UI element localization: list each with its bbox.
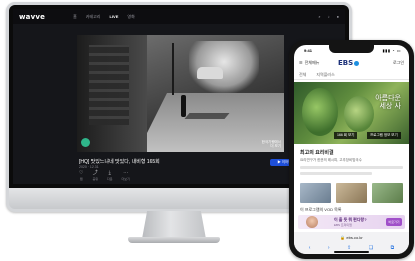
user-icon[interactable]: ● (337, 14, 339, 19)
ebs-logo-text: EBS (338, 59, 354, 67)
nav-item-movie[interactable]: 영화 (127, 14, 134, 20)
promo-subtext: EBS 프리미엄 (334, 223, 352, 227)
share-icon: ⤴ (92, 170, 98, 176)
nav-item-live[interactable]: LIVE (110, 14, 119, 19)
home-indicator (334, 251, 369, 253)
watch-episode-button[interactable]: 166 회 보기 (334, 132, 358, 139)
action-download[interactable]: ⤓ 다운 (107, 170, 113, 182)
ebs-logo-dot-icon (354, 60, 360, 66)
promo-badge[interactable]: 바로가기 (386, 218, 402, 226)
walking-person (181, 95, 186, 117)
section-title: 최고의 요리비결 (300, 150, 334, 156)
text-lines-placeholder (300, 166, 403, 178)
action-label: 공유 (92, 177, 99, 181)
video-player[interactable]: 한국기행에서 더 보기 (77, 35, 284, 152)
ebs-logo[interactable]: EBS (338, 59, 360, 67)
status-icons: ▮▮▮ ◔ ▭ (382, 48, 401, 53)
episode-title: [HQ] 맛있느냐네 맛있다, 내비형 165회 (79, 159, 160, 165)
thumbnail[interactable] (300, 183, 331, 203)
thumbnail[interactable] (372, 183, 403, 203)
tabs-icon[interactable]: ⧉ (391, 245, 395, 251)
download-icon: ⤓ (108, 170, 111, 176)
back-icon[interactable]: ‹ (309, 245, 311, 251)
bookmarks-icon[interactable]: ❏ (369, 245, 373, 251)
action-share[interactable]: ⤴ 공유 (92, 170, 99, 182)
promo-avatar (306, 216, 318, 228)
url-text: 🔒 ebs.co.kr (340, 234, 363, 240)
action-like[interactable]: ♡ 찜 (79, 170, 84, 182)
search-icon[interactable]: ⌕ (318, 14, 320, 19)
more-icon: ⋯ (123, 170, 129, 176)
thumbnail[interactable] (336, 183, 367, 203)
overlay-line-2: 더 보기 (270, 144, 281, 149)
action-label: 찜 (79, 177, 83, 181)
thumbnail-row (300, 183, 403, 203)
wavve-top-bar: wavve 홈 카테고리 LIVE 영화 ⌕ ♪ ● (13, 9, 345, 24)
lamp-post (172, 43, 174, 95)
wavve-logo[interactable]: wavve (19, 13, 45, 21)
parked-car (197, 67, 223, 79)
text-line (300, 172, 373, 175)
menu-icon[interactable]: ☰ (299, 60, 303, 65)
monitor-stand-base (128, 237, 220, 243)
top-right-icons: ⌕ ♪ ● (311, 14, 339, 19)
phone-notch (329, 45, 374, 53)
device-mockup-scene: wavve 홈 카테고리 LIVE 영화 ⌕ ♪ ● 한국기행에서 더 보기 [… (0, 0, 415, 261)
phone-tabs: 전체 지역플러스 (294, 70, 409, 80)
phone-screen: 9:41 ▮▮▮ ◔ ▭ ☰ 전체메뉴 로그인 EBS 전체 지역플러스 아름다… (294, 45, 409, 254)
action-label: 다운 (107, 177, 113, 181)
episode-actions: ♡ 찜 ⤴ 공유 ⤓ 다운 ⋯ 더보기 (79, 170, 139, 182)
bell-icon[interactable]: ♪ (328, 14, 330, 19)
person-shadow (184, 113, 230, 119)
action-label: 더보기 (121, 177, 130, 181)
hero-foliage (302, 88, 338, 136)
header-left-label[interactable]: 전체메뉴 (305, 60, 320, 66)
vod-list-title: 이 프로그램의 VOD 목록 (300, 207, 342, 212)
login-link[interactable]: 로그인 (393, 60, 404, 66)
monitor-stand-neck (142, 211, 206, 239)
section-subtitle[interactable]: 요리연구가 한권의 레시피, 고추장비빔국수 (300, 158, 362, 163)
promo-banner[interactable]: 이 올 듯 뭐 편다랑? EBS 프리미엄 바로가기 (298, 215, 405, 229)
nav-item-home[interactable]: 홈 (73, 14, 77, 20)
video-overlay-text[interactable]: 한국기행에서 더 보기 (262, 140, 281, 149)
program-info-button[interactable]: 프로그램 정보 보기 (367, 132, 401, 139)
episode-meta: 2020 · 12.31 (79, 165, 99, 169)
action-more[interactable]: ⋯ 더보기 (121, 170, 130, 182)
hero-caption-line-2: 세상 사 (379, 102, 401, 111)
hero-caption: 아름다운 세상 사 (375, 94, 401, 110)
hero-caption-line-1: 아름다운 (375, 94, 401, 102)
smartphone: 9:41 ▮▮▮ ◔ ▭ ☰ 전체메뉴 로그인 EBS 전체 지역플러스 아름다… (289, 40, 414, 259)
tab-region-plus[interactable]: 지역플러스 (316, 72, 334, 78)
status-time: 9:41 (304, 48, 313, 53)
heart-icon: ♡ (79, 170, 84, 176)
channel-badge-icon (81, 138, 90, 147)
text-line (300, 166, 403, 169)
nav-item-category[interactable]: 카테고리 (86, 14, 101, 20)
hero-banner[interactable]: 아름다운 세상 사 166 회 보기 프로그램 정보 보기 (294, 82, 409, 144)
address-bar[interactable]: 🔒 ebs.co.kr (294, 232, 409, 242)
hero-foliage-2 (344, 96, 374, 132)
building-wall (89, 45, 129, 125)
tab-all[interactable]: 전체 (299, 72, 306, 78)
forward-icon[interactable]: › (328, 245, 330, 251)
